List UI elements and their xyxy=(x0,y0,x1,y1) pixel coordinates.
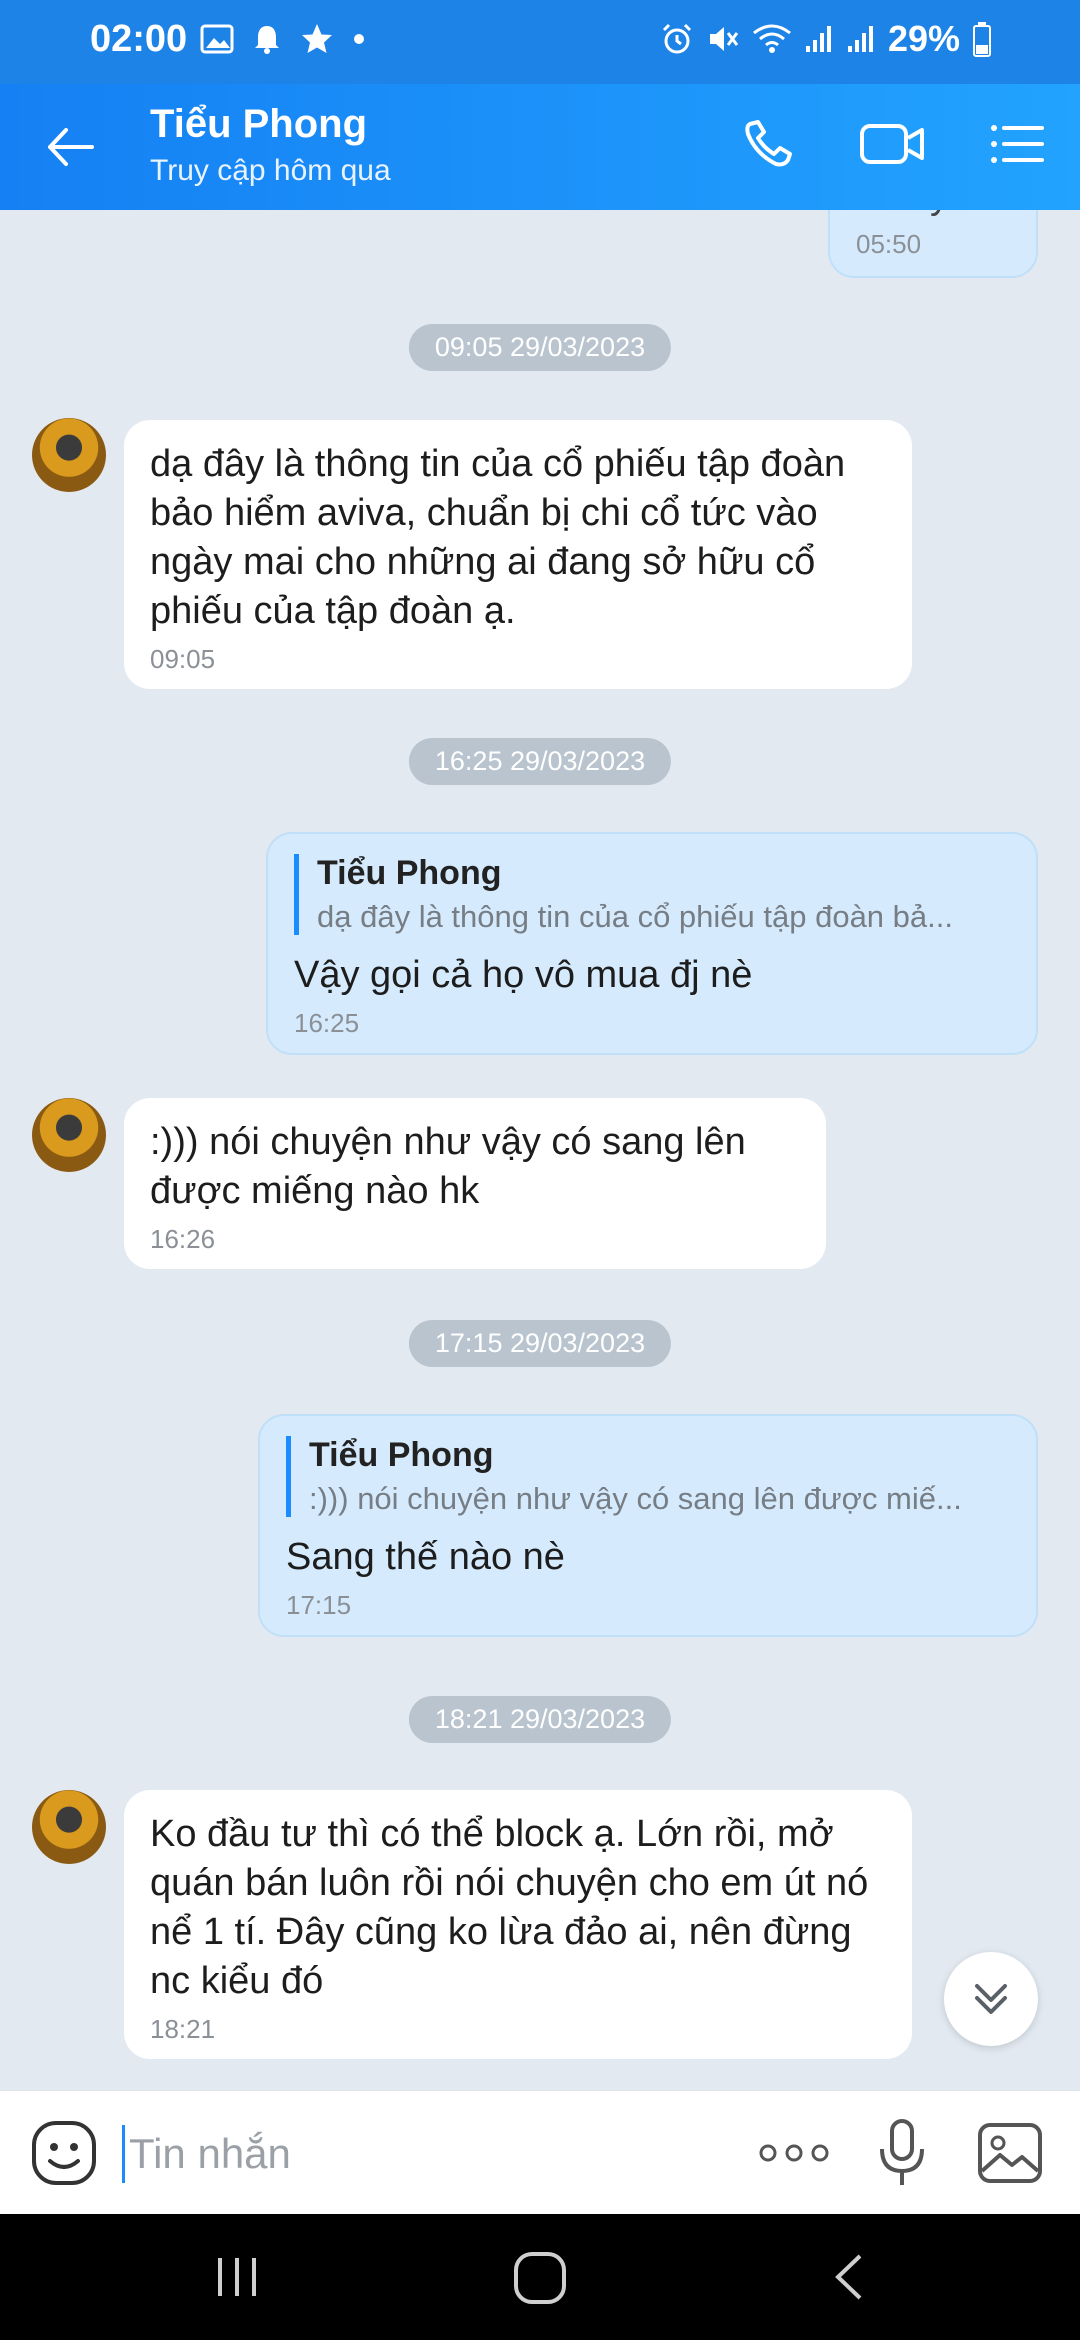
avatar[interactable] xyxy=(32,1098,106,1172)
double-chevron-down-icon xyxy=(975,1984,1007,2014)
more-icon[interactable] xyxy=(756,2133,832,2173)
quote-text: :))) nói chuyện như vậy có sang lên được… xyxy=(309,1481,962,1516)
message-time: 09:05 xyxy=(150,644,216,674)
status-bar: 02:00 29% xyxy=(0,0,1080,84)
date-separator: 09:05 29/03/2023 xyxy=(408,324,672,371)
message-bubble-incoming[interactable]: dạ đây là thông tin của cổ phiếu tập đoà… xyxy=(124,420,912,689)
quote-author: Tiểu Phong xyxy=(317,854,502,892)
home-icon[interactable] xyxy=(512,2250,568,2306)
message-time: 05:50 xyxy=(856,229,922,259)
date-separator: 18:21 29/03/2023 xyxy=(408,1696,672,1743)
message-bubble-incoming[interactable]: :))) nói chuyện như vậy có sang lên được… xyxy=(124,1098,826,1269)
message-text: Ko đầu tư thì có thể block ạ. Lớn rồi, m… xyxy=(150,1813,869,2002)
phone-icon[interactable] xyxy=(736,114,806,174)
signal-icon xyxy=(805,26,831,52)
reply-quote[interactable]: Tiểu Phong :))) nói chuyện như vậy có sa… xyxy=(286,1436,1010,1517)
battery-percent: 29% xyxy=(887,18,960,59)
quote-author: Tiểu Phong xyxy=(309,1436,494,1474)
star-icon xyxy=(302,24,332,53)
message-time: 18:21 xyxy=(150,2014,216,2044)
wifi-icon xyxy=(753,24,791,53)
status-time: 02:00 xyxy=(90,18,188,60)
message-text: Vậy gọi cả họ vô mua đj nè xyxy=(294,954,753,996)
message-bubble-outgoing[interactable]: Tiểu Phong :))) nói chuyện như vậy có sa… xyxy=(258,1414,1038,1637)
system-navigation-bar xyxy=(0,2214,1080,2340)
signal-icon xyxy=(847,26,873,52)
contact-name[interactable]: Tiểu Phong xyxy=(150,102,367,147)
alarm-icon xyxy=(662,23,691,54)
message-bubble-outgoing[interactable]: 5 day 05:50 xyxy=(828,210,1038,278)
message-time: 16:26 xyxy=(150,1224,216,1254)
message-text: Sang thế nào nè xyxy=(286,1536,565,1578)
back-arrow-icon[interactable] xyxy=(42,122,102,172)
message-time: 17:15 xyxy=(286,1590,352,1620)
avatar[interactable] xyxy=(32,418,106,492)
menu-icon[interactable] xyxy=(986,114,1056,174)
last-seen-status: Truy cập hôm qua xyxy=(150,154,391,187)
message-text: 5 day xyxy=(856,210,1010,221)
message-bubble-incoming[interactable]: Ko đầu tư thì có thể block ạ. Lớn rồi, m… xyxy=(124,1790,912,2059)
date-separator: 16:25 29/03/2023 xyxy=(408,738,672,785)
back-icon[interactable] xyxy=(828,2252,868,2302)
image-icon[interactable] xyxy=(976,2121,1044,2185)
message-time: 16:25 xyxy=(294,1008,360,1038)
message-composer: Tin nhắn xyxy=(0,2090,1080,2214)
message-list[interactable]: 5 day 05:50 09:05 29/03/2023 dạ đây là t… xyxy=(0,210,1080,2090)
dot-icon xyxy=(354,34,364,44)
date-separator: 17:15 29/03/2023 xyxy=(408,1320,672,1367)
message-text: :))) nói chuyện như vậy có sang lên được… xyxy=(150,1121,746,1212)
recent-apps-icon[interactable] xyxy=(212,2254,262,2300)
quote-text: dạ đây là thông tin của cổ phiếu tập đoà… xyxy=(317,899,953,934)
avatar[interactable] xyxy=(32,1790,106,1864)
emoji-icon[interactable] xyxy=(30,2119,98,2187)
bell-icon xyxy=(255,26,279,54)
reply-quote[interactable]: Tiểu Phong dạ đây là thông tin của cổ ph… xyxy=(294,854,1010,935)
message-input[interactable]: Tin nhắn xyxy=(122,2125,291,2183)
battery-icon xyxy=(973,22,991,57)
video-call-icon[interactable] xyxy=(858,114,928,174)
scroll-to-bottom-button[interactable] xyxy=(944,1952,1038,2046)
mute-icon xyxy=(709,27,739,51)
message-bubble-outgoing[interactable]: Tiểu Phong dạ đây là thông tin của cổ ph… xyxy=(266,832,1038,1055)
message-text: dạ đây là thông tin của cổ phiếu tập đoà… xyxy=(150,443,846,632)
image-icon xyxy=(200,24,234,54)
microphone-icon[interactable] xyxy=(872,2117,932,2191)
chat-header: Tiểu Phong Truy cập hôm qua xyxy=(0,84,1080,210)
